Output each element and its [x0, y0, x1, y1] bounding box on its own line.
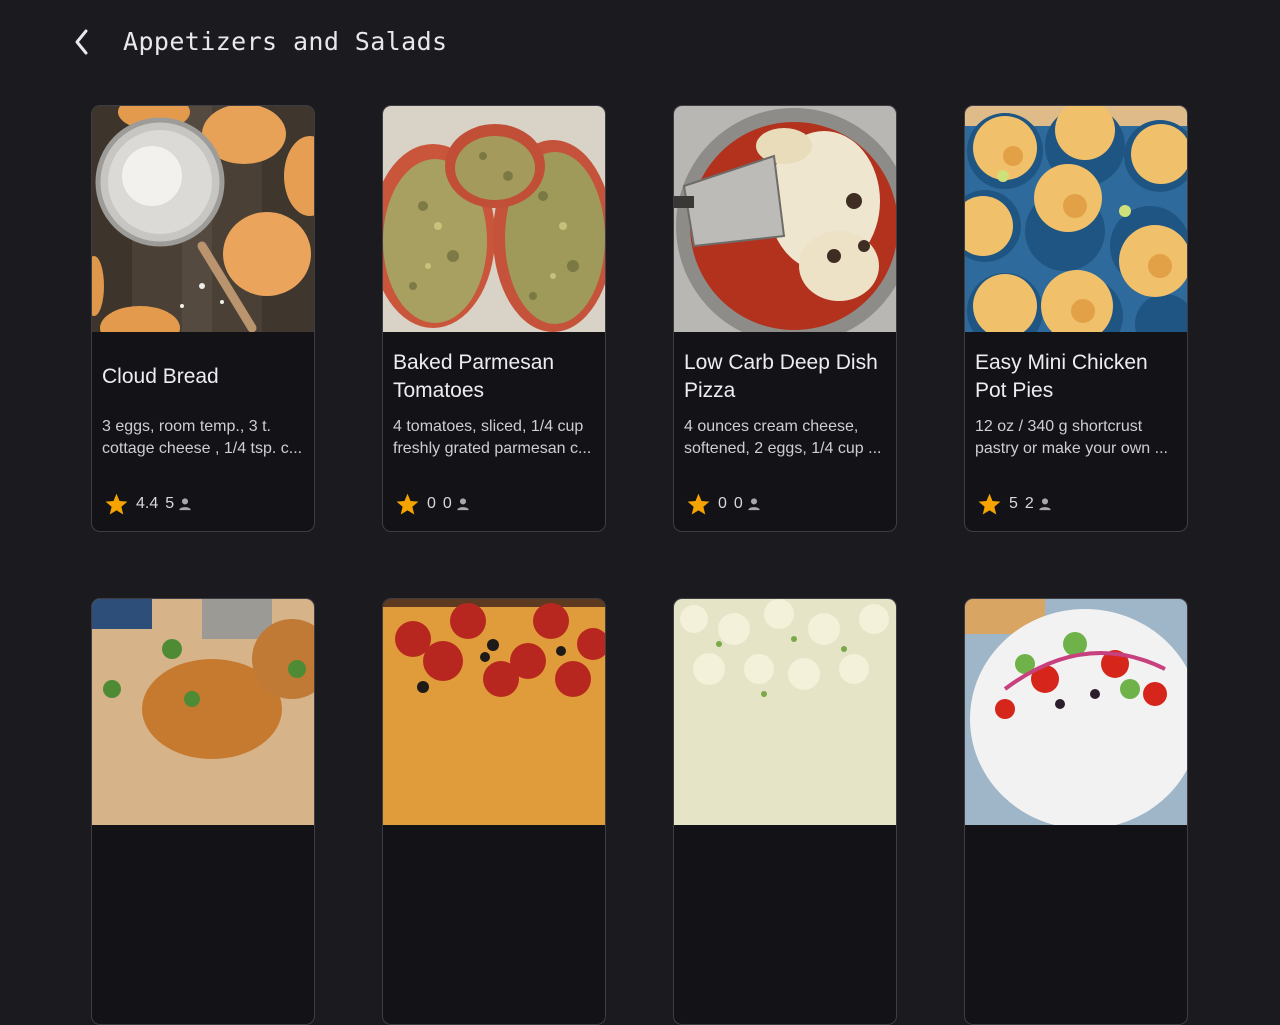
- recipe-card[interactable]: [91, 598, 315, 1025]
- recipe-card[interactable]: [964, 598, 1188, 1025]
- star-icon: [687, 493, 710, 514]
- star-icon: [105, 493, 128, 514]
- back-button[interactable]: [64, 24, 100, 60]
- review-count: 0: [733, 495, 743, 512]
- recipe-card-cloud-bread[interactable]: Cloud Bread 3 eggs, room temp., 3 t. cot…: [91, 105, 315, 532]
- cloud-bread-photo: [92, 106, 314, 332]
- pepperoni-pizza-photo: [383, 599, 605, 825]
- review-count: 0: [442, 495, 452, 512]
- recipe-card[interactable]: [382, 598, 606, 1025]
- recipe-ingredients: 4 ounces cream cheese, softened, 2 eggs,…: [684, 418, 882, 457]
- recipe-title: Cloud Bread: [102, 365, 219, 388]
- recipe-card-easy-mini-chicken-pot-pies[interactable]: Easy Mini Chicken Pot Pies 12 oz / 340 g…: [964, 105, 1188, 532]
- parmesan-tomatoes-photo: [383, 106, 605, 332]
- rating-value: 5: [1009, 495, 1018, 512]
- recipe-ingredients: 12 oz / 340 g shortcrust pastry or make …: [975, 418, 1168, 457]
- star-icon: [396, 493, 419, 514]
- chevron-left-icon: [75, 29, 88, 55]
- app-header: Appetizers and Salads: [0, 0, 1280, 84]
- person-icon: [179, 498, 191, 511]
- recipe-stats: 0 0: [395, 490, 470, 518]
- person-icon: [457, 498, 469, 511]
- recipe-ingredients: 4 tomatoes, sliced, 1/4 cup freshly grat…: [393, 418, 592, 457]
- recipe-ingredients: 3 eggs, room temp., 3 t. cottage cheese …: [102, 418, 303, 457]
- rating-value: 0: [718, 495, 727, 512]
- recipe-title: Easy Mini Chicken Pot Pies: [975, 351, 1148, 402]
- recipe-card[interactable]: [673, 598, 897, 1025]
- patties-photo: [92, 599, 314, 825]
- recipe-stats: 5 2: [977, 490, 1052, 518]
- rating-value: 0: [427, 495, 436, 512]
- recipe-title: Baked Parmesan Tomatoes: [393, 351, 555, 402]
- greek-salad-photo: [965, 599, 1187, 825]
- recipe-card-baked-parmesan-tomatoes[interactable]: Baked Parmesan Tomatoes 4 tomatoes, slic…: [382, 105, 606, 532]
- page-title: Appetizers and Salads: [123, 27, 448, 56]
- recipe-title: Low Carb Deep Dish Pizza: [684, 351, 878, 402]
- mini-pot-pies-photo: [965, 106, 1187, 332]
- review-count: 2: [1024, 495, 1034, 512]
- person-icon: [1039, 498, 1051, 511]
- person-icon: [748, 498, 760, 511]
- review-count: 5: [165, 495, 175, 512]
- deep-dish-pizza-photo: [674, 106, 896, 332]
- rating-value: 4.4: [136, 495, 159, 512]
- cauliflower-salad-photo: [674, 599, 896, 825]
- star-icon: [978, 493, 1001, 514]
- recipe-stats: 4.4 5: [104, 490, 192, 518]
- recipe-stats: 0 0: [686, 490, 761, 518]
- recipe-card-low-carb-deep-dish-pizza[interactable]: Low Carb Deep Dish Pizza 4 ounces cream …: [673, 105, 897, 532]
